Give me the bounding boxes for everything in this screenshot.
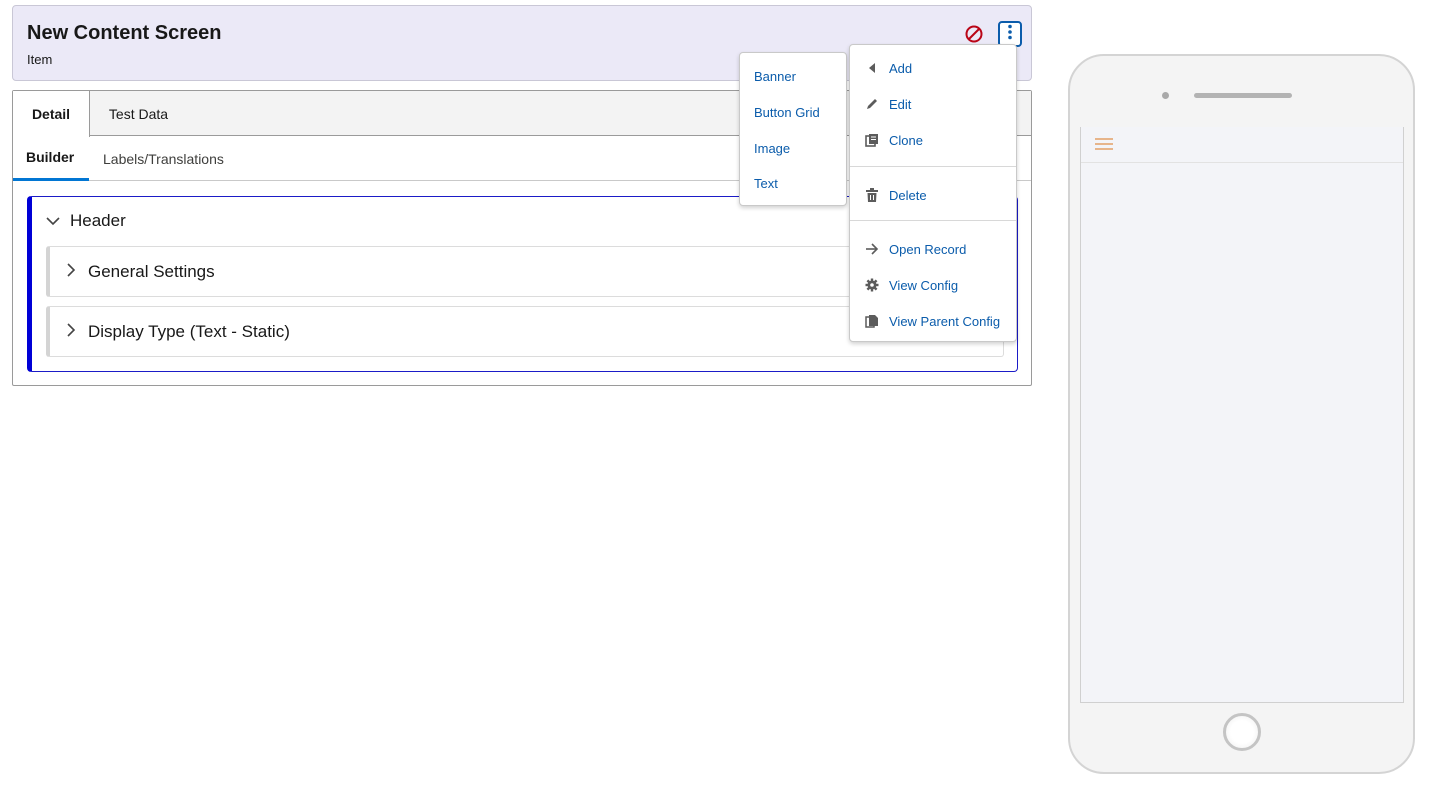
tab-test-data[interactable]: Test Data <box>91 91 186 136</box>
subtab-labels-translations[interactable]: Labels/Translations <box>103 136 224 181</box>
menu-item-delete[interactable]: Delete <box>850 180 1016 210</box>
arrow-right-icon <box>864 241 880 257</box>
copy-icon <box>864 132 880 148</box>
phone-speaker <box>1194 93 1292 98</box>
menu-item-label: Button Grid <box>754 104 820 120</box>
subtab-builder[interactable]: Builder <box>13 136 89 181</box>
section-toggle[interactable]: Header <box>46 211 126 231</box>
menu-item-image[interactable]: Image <box>740 133 846 163</box>
menu-item-clone[interactable]: Clone <box>850 125 1016 155</box>
hamburger-icon[interactable] <box>1095 138 1113 152</box>
subsection-title: Display Type (Text - Static) <box>88 321 290 341</box>
phone-preview <box>1068 54 1415 774</box>
menu-item-add[interactable]: Add <box>850 53 1016 83</box>
prohibited-icon[interactable] <box>963 23 985 45</box>
pencil-icon <box>864 96 880 112</box>
page-title: New Content Screen <box>27 22 222 44</box>
menu-item-label: View Config <box>889 277 959 293</box>
tab-detail[interactable]: Detail <box>13 91 90 137</box>
menu-item-label: View Parent Config <box>889 313 1001 329</box>
page-subtitle: Item <box>27 52 53 67</box>
subsection-title: General Settings <box>88 261 215 281</box>
menu-item-text[interactable]: Text <box>740 168 846 198</box>
phone-app-bar <box>1081 127 1403 163</box>
add-submenu: Banner Button Grid Image Text <box>739 52 847 206</box>
menu-item-label: Clone <box>889 132 923 148</box>
documents-icon <box>864 313 880 329</box>
menu-item-label: Banner <box>754 68 796 84</box>
trash-icon <box>864 187 880 203</box>
phone-home-button <box>1223 713 1261 751</box>
menu-item-banner[interactable]: Banner <box>740 61 846 91</box>
phone-screen <box>1080 127 1404 703</box>
chevron-down-icon <box>46 211 60 231</box>
menu-item-label: Add <box>889 60 913 76</box>
menu-item-view-parent-config[interactable]: View Parent Config <box>850 306 1016 336</box>
menu-item-label: Text <box>754 175 778 191</box>
menu-item-view-config[interactable]: View Config <box>850 270 1016 300</box>
menu-divider <box>850 166 1016 167</box>
menu-item-label: Open Record <box>889 241 967 257</box>
actions-menu: Add Edit Clone Delete Open Record View C… <box>849 44 1017 342</box>
menu-item-open-record[interactable]: Open Record <box>850 234 1016 264</box>
gear-icon <box>864 277 880 293</box>
menu-item-edit[interactable]: Edit <box>850 89 1016 119</box>
menu-item-label: Delete <box>889 187 927 203</box>
chevron-right-icon <box>66 262 76 282</box>
menu-item-label: Edit <box>889 96 912 112</box>
menu-item-button-grid[interactable]: Button Grid <box>740 97 846 127</box>
caret-left-icon <box>864 60 880 76</box>
kebab-menu-icon <box>1007 24 1013 45</box>
menu-divider <box>850 220 1016 221</box>
chevron-right-icon <box>66 322 76 342</box>
section-title: Header <box>70 211 126 230</box>
menu-item-label: Image <box>754 140 791 156</box>
phone-camera <box>1162 92 1169 99</box>
